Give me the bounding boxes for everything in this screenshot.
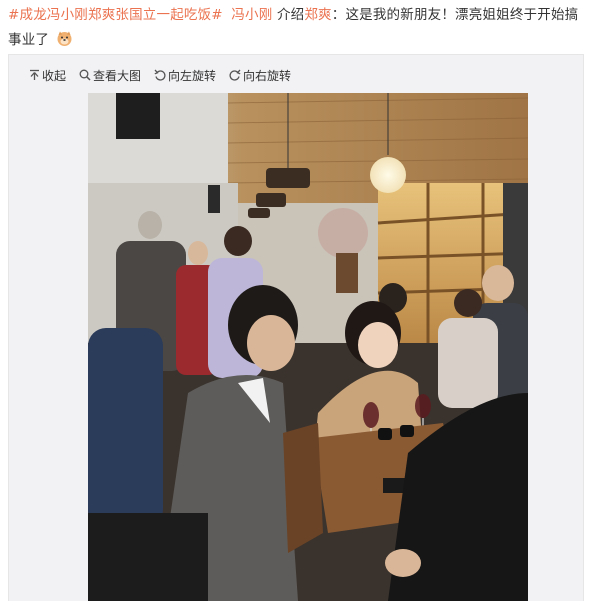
media-box: 收起 查看大图 向左旋转 向右旋转: [8, 54, 584, 601]
restaurant-photo: [88, 93, 528, 601]
post-photo[interactable]: [88, 93, 528, 601]
collapse-up-icon: [30, 69, 39, 80]
view-large-label: 查看大图: [93, 68, 142, 83]
post-text-part1: 介绍: [276, 7, 305, 23]
rotate-left-icon: [154, 69, 166, 81]
post-text: #成龙冯小刚郑爽张国立一起吃饭# 冯小刚 介绍郑爽：这是我的新朋友！漂亮姐姐终于…: [8, 3, 584, 53]
topic-link[interactable]: #成龙冯小刚郑爽张国立一起吃饭#: [8, 7, 223, 23]
mention-link-2[interactable]: 郑爽: [304, 7, 331, 23]
rotate-left-button[interactable]: 向左旋转: [154, 67, 216, 84]
collapse-button[interactable]: 收起: [29, 67, 66, 84]
rotate-right-button[interactable]: 向右旋转: [229, 67, 291, 84]
magnifier-icon: [79, 69, 91, 81]
rotate-right-label: 向右旋转: [243, 68, 292, 83]
mention-text: 冯小刚: [231, 7, 273, 23]
rotate-right-icon: [229, 69, 241, 81]
view-large-button[interactable]: 查看大图: [79, 67, 141, 84]
media-toolbar: 收起 查看大图 向左旋转 向右旋转: [29, 65, 304, 85]
collapse-label: 收起: [42, 68, 67, 83]
doge-emoji-icon: [56, 30, 73, 47]
mention-link[interactable]: 冯小刚: [231, 7, 277, 23]
rotate-left-label: 向左旋转: [168, 68, 217, 83]
